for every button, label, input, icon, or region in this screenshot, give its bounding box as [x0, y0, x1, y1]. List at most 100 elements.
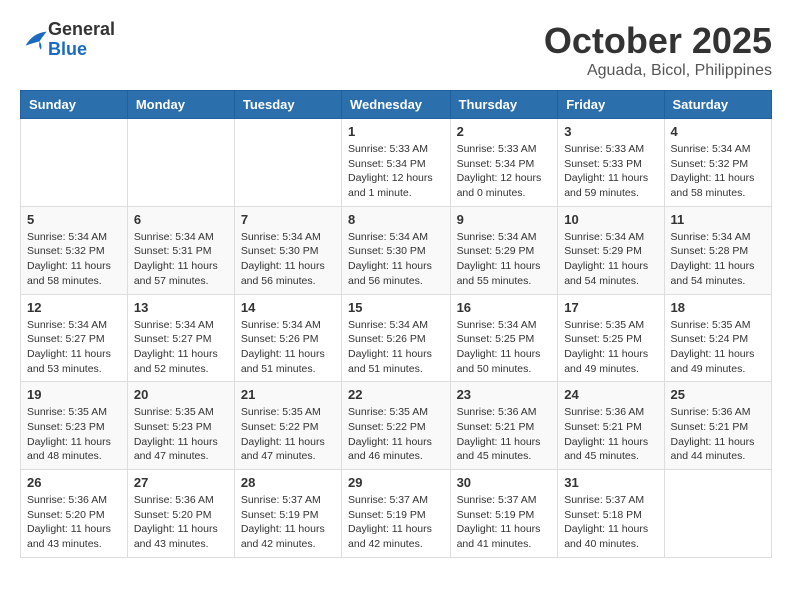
logo-bird-icon: [20, 26, 48, 54]
day-info: Sunrise: 5:35 AM Sunset: 5:25 PM Dayligh…: [564, 318, 657, 377]
day-number: 28: [241, 475, 335, 490]
day-number: 9: [457, 212, 552, 227]
weekday-header-wednesday: Wednesday: [342, 91, 451, 119]
calendar-week-2: 5 Sunrise: 5:34 AM Sunset: 5:32 PM Daylig…: [21, 206, 772, 294]
day-info: Sunrise: 5:37 AM Sunset: 5:18 PM Dayligh…: [564, 493, 657, 552]
calendar-cell: 17 Sunrise: 5:35 AM Sunset: 5:25 PM Dayli…: [558, 294, 664, 382]
day-info: Sunrise: 5:34 AM Sunset: 5:29 PM Dayligh…: [564, 230, 657, 289]
calendar-cell: 21 Sunrise: 5:35 AM Sunset: 5:22 PM Dayli…: [234, 382, 341, 470]
day-info: Sunrise: 5:35 AM Sunset: 5:23 PM Dayligh…: [134, 405, 228, 464]
calendar-cell: 30 Sunrise: 5:37 AM Sunset: 5:19 PM Dayli…: [450, 470, 558, 558]
calendar-cell: 13 Sunrise: 5:34 AM Sunset: 5:27 PM Dayli…: [127, 294, 234, 382]
calendar-table: SundayMondayTuesdayWednesdayThursdayFrid…: [20, 90, 772, 558]
logo-blue: Blue: [48, 40, 115, 60]
location: Aguada, Bicol, Philippines: [544, 62, 772, 80]
calendar-cell: [21, 119, 128, 207]
day-number: 10: [564, 212, 657, 227]
day-number: 22: [348, 387, 444, 402]
day-info: Sunrise: 5:36 AM Sunset: 5:20 PM Dayligh…: [134, 493, 228, 552]
weekday-header-sunday: Sunday: [21, 91, 128, 119]
day-info: Sunrise: 5:33 AM Sunset: 5:34 PM Dayligh…: [348, 142, 444, 201]
day-info: Sunrise: 5:34 AM Sunset: 5:25 PM Dayligh…: [457, 318, 552, 377]
day-info: Sunrise: 5:35 AM Sunset: 5:22 PM Dayligh…: [241, 405, 335, 464]
title-block: October 2025 Aguada, Bicol, Philippines: [544, 20, 772, 80]
day-number: 18: [671, 300, 765, 315]
calendar-cell: 26 Sunrise: 5:36 AM Sunset: 5:20 PM Dayli…: [21, 470, 128, 558]
calendar-cell: 20 Sunrise: 5:35 AM Sunset: 5:23 PM Dayli…: [127, 382, 234, 470]
logo-text: General Blue: [48, 20, 115, 60]
calendar-cell: 12Sunrise: 5:34 AM Sunset: 5:27 PM Dayli…: [21, 294, 128, 382]
day-info: Sunrise: 5:37 AM Sunset: 5:19 PM Dayligh…: [241, 493, 335, 552]
day-info: Sunrise: 5:33 AM Sunset: 5:33 PM Dayligh…: [564, 142, 657, 201]
day-info: Sunrise: 5:34 AM Sunset: 5:27 PM Dayligh…: [134, 318, 228, 377]
page-header: General Blue October 2025 Aguada, Bicol,…: [20, 20, 772, 80]
calendar-cell: [127, 119, 234, 207]
day-number: 7: [241, 212, 335, 227]
calendar-cell: 16 Sunrise: 5:34 AM Sunset: 5:25 PM Dayli…: [450, 294, 558, 382]
day-number: 13: [134, 300, 228, 315]
day-number: 2: [457, 124, 552, 139]
day-number: 15: [348, 300, 444, 315]
day-info: Sunrise: 5:34 AM Sunset: 5:28 PM Dayligh…: [671, 230, 765, 289]
calendar-cell: 11 Sunrise: 5:34 AM Sunset: 5:28 PM Dayli…: [664, 206, 771, 294]
calendar-cell: 9 Sunrise: 5:34 AM Sunset: 5:29 PM Daylig…: [450, 206, 558, 294]
calendar-cell: 3 Sunrise: 5:33 AM Sunset: 5:33 PM Daylig…: [558, 119, 664, 207]
calendar-cell: 5 Sunrise: 5:34 AM Sunset: 5:32 PM Daylig…: [21, 206, 128, 294]
calendar-cell: 31 Sunrise: 5:37 AM Sunset: 5:18 PM Dayli…: [558, 470, 664, 558]
day-number: 11: [671, 212, 765, 227]
weekday-header-monday: Monday: [127, 91, 234, 119]
day-number: 24: [564, 387, 657, 402]
calendar-cell: [664, 470, 771, 558]
calendar-cell: 22 Sunrise: 5:35 AM Sunset: 5:22 PM Dayli…: [342, 382, 451, 470]
calendar-cell: 28 Sunrise: 5:37 AM Sunset: 5:19 PM Dayli…: [234, 470, 341, 558]
day-number: 25: [671, 387, 765, 402]
day-info: Sunrise: 5:33 AM Sunset: 5:34 PM Dayligh…: [457, 142, 552, 201]
day-info: Sunrise: 5:34 AM Sunset: 5:26 PM Dayligh…: [241, 318, 335, 377]
day-info: Sunrise: 5:35 AM Sunset: 5:24 PM Dayligh…: [671, 318, 765, 377]
calendar-cell: 1 Sunrise: 5:33 AM Sunset: 5:34 PM Daylig…: [342, 119, 451, 207]
day-info: Sunrise: 5:34 AM Sunset: 5:29 PM Dayligh…: [457, 230, 552, 289]
weekday-header-friday: Friday: [558, 91, 664, 119]
logo: General Blue: [20, 20, 115, 60]
weekday-header-saturday: Saturday: [664, 91, 771, 119]
day-info: Sunrise: 5:34 AM Sunset: 5:30 PM Dayligh…: [348, 230, 444, 289]
day-info: Sunrise: 5:34 AM Sunset: 5:27 PM Dayligh…: [27, 318, 121, 377]
day-number: 4: [671, 124, 765, 139]
day-number: 8: [348, 212, 444, 227]
day-info: Sunrise: 5:36 AM Sunset: 5:21 PM Dayligh…: [564, 405, 657, 464]
calendar-cell: 27 Sunrise: 5:36 AM Sunset: 5:20 PM Dayli…: [127, 470, 234, 558]
day-number: 26: [27, 475, 121, 490]
day-number: 23: [457, 387, 552, 402]
day-number: 14: [241, 300, 335, 315]
calendar-cell: 15Sunrise: 5:34 AM Sunset: 5:26 PM Dayli…: [342, 294, 451, 382]
weekday-header-row: SundayMondayTuesdayWednesdayThursdayFrid…: [21, 91, 772, 119]
calendar-cell: [234, 119, 341, 207]
day-info: Sunrise: 5:35 AM Sunset: 5:22 PM Dayligh…: [348, 405, 444, 464]
day-info: Sunrise: 5:36 AM Sunset: 5:20 PM Dayligh…: [27, 493, 121, 552]
day-number: 30: [457, 475, 552, 490]
calendar-cell: 19Sunrise: 5:35 AM Sunset: 5:23 PM Dayli…: [21, 382, 128, 470]
calendar-cell: 23 Sunrise: 5:36 AM Sunset: 5:21 PM Dayli…: [450, 382, 558, 470]
day-number: 3: [564, 124, 657, 139]
day-number: 1: [348, 124, 444, 139]
calendar-week-3: 12Sunrise: 5:34 AM Sunset: 5:27 PM Dayli…: [21, 294, 772, 382]
calendar-cell: 10 Sunrise: 5:34 AM Sunset: 5:29 PM Dayli…: [558, 206, 664, 294]
day-number: 31: [564, 475, 657, 490]
day-info: Sunrise: 5:36 AM Sunset: 5:21 PM Dayligh…: [457, 405, 552, 464]
calendar-cell: 2 Sunrise: 5:33 AM Sunset: 5:34 PM Daylig…: [450, 119, 558, 207]
day-number: 27: [134, 475, 228, 490]
day-info: Sunrise: 5:37 AM Sunset: 5:19 PM Dayligh…: [457, 493, 552, 552]
day-info: Sunrise: 5:34 AM Sunset: 5:30 PM Dayligh…: [241, 230, 335, 289]
calendar-cell: 14 Sunrise: 5:34 AM Sunset: 5:26 PM Dayli…: [234, 294, 341, 382]
calendar-cell: 4Sunrise: 5:34 AM Sunset: 5:32 PM Daylig…: [664, 119, 771, 207]
day-number: 19: [27, 387, 121, 402]
day-number: 20: [134, 387, 228, 402]
day-number: 16: [457, 300, 552, 315]
calendar-cell: 7 Sunrise: 5:34 AM Sunset: 5:30 PM Daylig…: [234, 206, 341, 294]
day-number: 17: [564, 300, 657, 315]
calendar-cell: 18 Sunrise: 5:35 AM Sunset: 5:24 PM Dayli…: [664, 294, 771, 382]
day-info: Sunrise: 5:34 AM Sunset: 5:32 PM Dayligh…: [27, 230, 121, 289]
day-number: 5: [27, 212, 121, 227]
day-number: 21: [241, 387, 335, 402]
calendar-week-4: 19 Sunrise: 5:35 AM Sunset: 5:23 PM Dayli…: [21, 382, 772, 470]
